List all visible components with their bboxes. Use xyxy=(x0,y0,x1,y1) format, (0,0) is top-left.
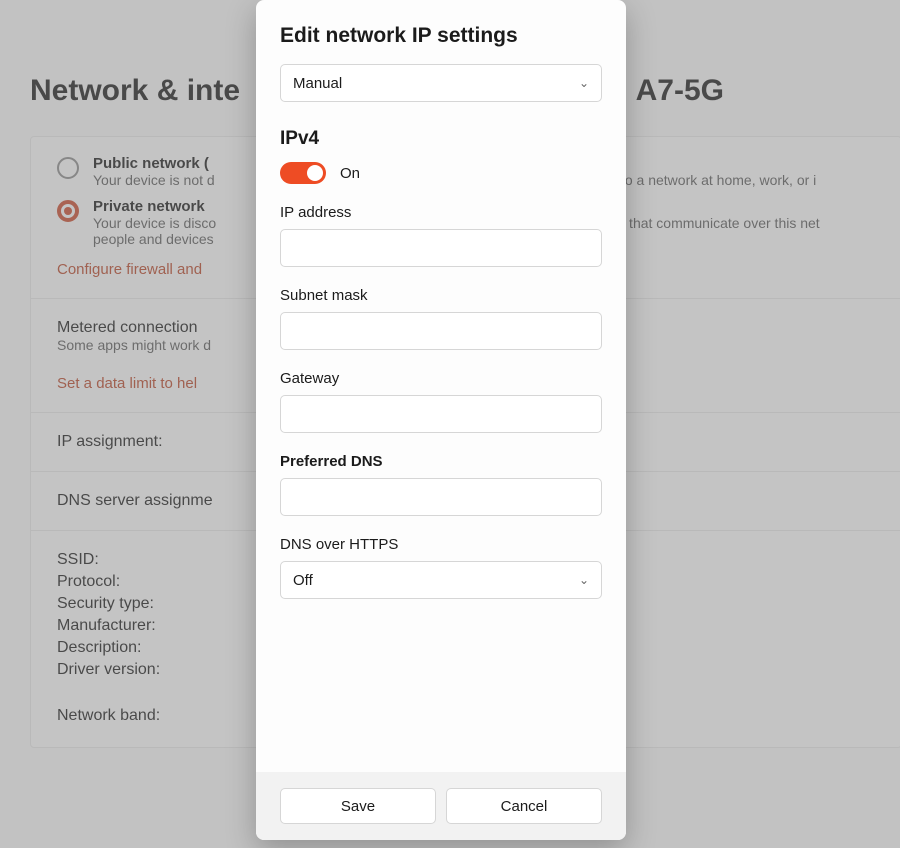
save-button-label: Save xyxy=(341,798,375,815)
cancel-button-label: Cancel xyxy=(501,798,548,815)
dialog-footer: Save Cancel xyxy=(256,772,626,840)
chevron-down-icon: ⌄ xyxy=(579,573,589,587)
ipv4-toggle-label: On xyxy=(340,165,360,182)
preferred-dns-input[interactable] xyxy=(280,478,602,516)
dialog-title: Edit network IP settings xyxy=(280,24,602,48)
save-button[interactable]: Save xyxy=(280,788,436,824)
subnet-mask-label: Subnet mask xyxy=(280,287,602,304)
dns-over-https-value: Off xyxy=(293,572,313,589)
gateway-label: Gateway xyxy=(280,370,602,387)
ipv4-heading: IPv4 xyxy=(280,128,602,150)
cancel-button[interactable]: Cancel xyxy=(446,788,602,824)
preferred-dns-label: Preferred DNS xyxy=(280,453,602,470)
ip-address-label: IP address xyxy=(280,204,602,221)
gateway-input[interactable] xyxy=(280,395,602,433)
subnet-mask-input[interactable] xyxy=(280,312,602,350)
ip-address-input[interactable] xyxy=(280,229,602,267)
chevron-down-icon: ⌄ xyxy=(579,76,589,90)
edit-ip-settings-dialog: Edit network IP settings Manual ⌄ IPv4 O… xyxy=(256,0,626,840)
ip-mode-value: Manual xyxy=(293,75,342,92)
dns-over-https-label: DNS over HTTPS xyxy=(280,536,602,553)
ip-mode-select[interactable]: Manual ⌄ xyxy=(280,64,602,102)
dns-over-https-select[interactable]: Off ⌄ xyxy=(280,561,602,599)
ipv4-toggle[interactable] xyxy=(280,162,326,184)
